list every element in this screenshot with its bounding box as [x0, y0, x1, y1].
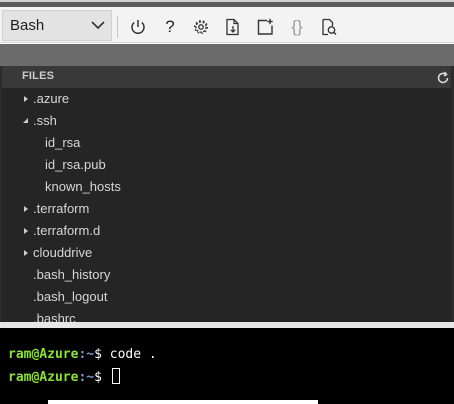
tree-item-label: clouddrive	[33, 245, 93, 260]
tree-item-label: known_hosts	[45, 179, 121, 194]
tree-item-label: .bash_history	[33, 267, 111, 282]
tree-item-label: id_rsa	[45, 135, 81, 150]
folder-item[interactable]: .ssh	[2, 110, 451, 132]
prompt-path: :~	[78, 370, 95, 385]
web-preview-icon	[322, 18, 337, 36]
explorer-title: FILES	[22, 70, 55, 82]
braces-icon: {}	[291, 17, 303, 36]
settings-button[interactable]	[190, 16, 212, 38]
power-icon	[131, 20, 145, 34]
terminal-line: ram@Azure:~$	[8, 368, 120, 385]
command-text: code .	[109, 347, 157, 362]
tree-item-label: .bash_logout	[33, 289, 108, 304]
file-item[interactable]: known_hosts	[2, 176, 451, 198]
upload-download-button[interactable]	[222, 16, 244, 38]
terminal-cursor	[111, 368, 120, 384]
explorer-header: FILES	[2, 66, 451, 88]
folder-item[interactable]: .azure	[2, 88, 451, 110]
chevron-right-icon[interactable]	[22, 249, 30, 257]
question-icon: ?	[165, 17, 175, 36]
cloud-shell-toolbar: Bash ? {}	[0, 7, 454, 43]
tree-item-label: .azure	[33, 91, 70, 106]
file-item[interactable]: id_rsa	[2, 132, 451, 154]
file-tree: .azure .ssh id_rsa id_rsa.pub known_hosts .te…	[2, 88, 451, 322]
prompt-user: ram@Azure	[8, 347, 79, 362]
tree-item-label: .bashrc	[33, 311, 76, 322]
chevron-right-icon[interactable]	[22, 227, 30, 235]
terminal[interactable]: ram@Azure:~$ code . ram@Azure:~$	[0, 328, 454, 400]
chevron-down-icon	[91, 21, 105, 30]
chevron-expanded-icon[interactable]	[22, 117, 30, 125]
terminal-line: ram@Azure:~$ code .	[8, 347, 157, 362]
file-item[interactable]: .bashrc	[2, 308, 451, 322]
refresh-icon[interactable]	[435, 70, 451, 86]
prompt-path: :~	[78, 347, 95, 362]
window-top-strip	[0, 0, 454, 7]
file-item[interactable]: .bash_logout	[2, 286, 451, 308]
new-session-button[interactable]	[254, 16, 276, 38]
web-preview-button[interactable]	[318, 16, 340, 38]
folder-item[interactable]: clouddrive	[2, 242, 451, 264]
tree-item-label: id_rsa.pub	[45, 157, 106, 172]
help-button[interactable]: ?	[159, 16, 181, 38]
gear-icon	[193, 19, 209, 35]
chevron-right-icon[interactable]	[22, 205, 30, 213]
tree-item-label: .terraform.d	[33, 223, 101, 238]
toolbar-divider	[117, 16, 118, 38]
folder-item[interactable]: .terraform	[2, 198, 451, 220]
shell-type-select[interactable]: Bash	[2, 10, 112, 41]
chevron-right-icon[interactable]	[22, 95, 30, 103]
folder-item[interactable]: .terraform.d	[2, 220, 451, 242]
restart-button[interactable]	[127, 16, 149, 38]
tree-item-label: .ssh	[33, 113, 57, 128]
prompt-user: ram@Azure	[8, 370, 79, 385]
shell-type-value: Bash	[10, 17, 45, 34]
file-item[interactable]: .bash_history	[2, 264, 451, 286]
panel-gap	[0, 44, 454, 66]
bottom-strip	[0, 400, 454, 404]
file-explorer: FILES .azure .ssh id_rsa id_rsa.pub known_ho…	[0, 66, 454, 322]
tree-item-label: .terraform	[33, 201, 90, 216]
file-item[interactable]: id_rsa.pub	[2, 154, 451, 176]
file-transfer-icon	[226, 18, 239, 36]
editor-button[interactable]: {}	[286, 16, 308, 38]
prompt-symbol: $	[94, 347, 110, 362]
new-session-icon	[257, 18, 273, 35]
prompt-symbol: $	[94, 370, 110, 385]
